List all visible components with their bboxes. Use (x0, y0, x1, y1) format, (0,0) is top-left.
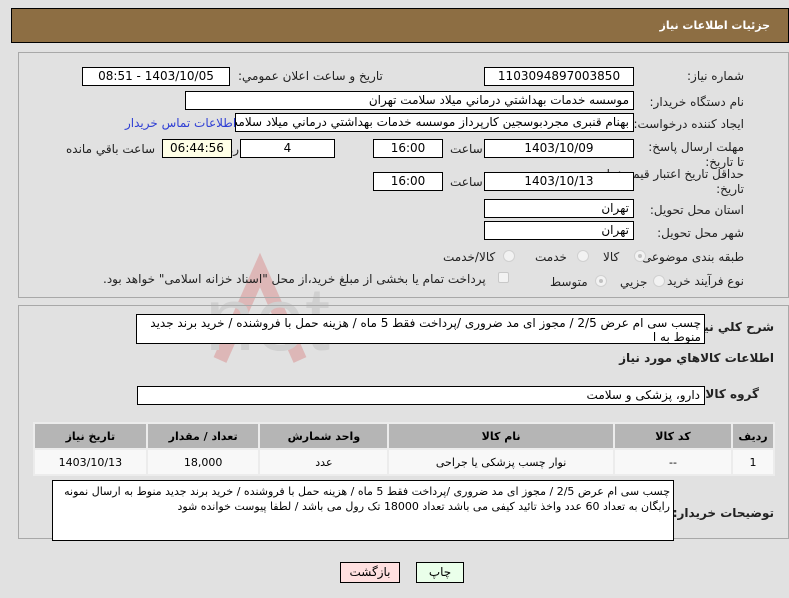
row-index: 1 (733, 450, 773, 474)
province-field: تهران (484, 199, 634, 218)
category-option-goods-service: کالا/خدمت (443, 250, 496, 264)
process-radio-minor[interactable] (653, 275, 665, 287)
description-textarea[interactable]: چسب سی ام عرض 2/5 / مجوز ای مد ضروری /پر… (136, 314, 705, 344)
buyer-notes-label: توضيحات خريدار: (672, 506, 774, 520)
process-radio-medium[interactable] (595, 275, 607, 287)
col-code: کد کالا (614, 424, 731, 448)
col-qty: تعداد / مقدار (147, 424, 259, 448)
treasury-checkbox[interactable] (498, 272, 509, 283)
page-header: جزئيات اطلاعات نياز (11, 8, 789, 43)
process-label: نوع فرآيند خريد : (659, 274, 744, 288)
page-title: جزئيات اطلاعات نياز (659, 19, 771, 32)
remaining-time-label: ساعت باقي مانده (66, 142, 156, 156)
category-label: طبقه بندی موضوعی: (637, 250, 744, 264)
row-code: -- (614, 450, 731, 474)
reply-time-field: 16:00 (373, 139, 443, 158)
reply-date-field: 1403/10/09 (484, 139, 634, 158)
process-option-medium: متوسط (550, 275, 588, 289)
goods-table: رديف کد کالا نام کالا واحد شمارش تعداد /… (33, 422, 775, 476)
goods-table-wrapper: رديف کد کالا نام کالا واحد شمارش تعداد /… (33, 422, 775, 476)
creator-field: بهنام قنبری مجردبوسجین کارپرداز موسسه خد… (235, 113, 634, 132)
category-radio-service[interactable] (577, 250, 589, 262)
reply-time-label: ساعت (450, 142, 483, 156)
city-field: تهران (484, 221, 634, 240)
city-label: شهر محل تحويل: (657, 226, 744, 240)
goods-table-header: رديف کد کالا نام کالا واحد شمارش تعداد /… (35, 424, 773, 448)
col-unit: واحد شمارش (260, 424, 388, 448)
days-remaining-field: 4 (240, 139, 335, 158)
need-number-field: 1103094897003850 (484, 67, 634, 86)
goods-group-field: دارو، پزشکی و سلامت (137, 386, 705, 405)
row-name: نوار چسب پزشکی یا جراحی (389, 450, 613, 474)
need-number-label: شماره نياز: (687, 69, 744, 83)
category-option-goods: کالا (603, 250, 620, 264)
treasury-note: پرداخت تمام يا بخشی از مبلغ خريد،از محل … (103, 272, 486, 286)
buyer-org-field: موسسه خدمات بهداشتي درماني ميلاد سلامت ت… (185, 91, 634, 110)
creator-label: ايجاد کننده درخواست: (633, 117, 744, 131)
buyer-org-label: نام دستگاه خريدار: (649, 95, 745, 109)
col-date: تاريخ نياز (35, 424, 146, 448)
category-radio-goods[interactable] (634, 250, 646, 262)
province-label: استان محل تحويل: (649, 203, 744, 217)
goods-section-title: اطلاعات کالاهاي مورد نياز (619, 351, 774, 365)
reply-deadline-label: مهلت ارسال پاسخ: تا تاريخ: (648, 140, 744, 169)
price-time-field: 16:00 (373, 172, 443, 191)
remaining-time-field: 06:44:56 (162, 139, 232, 158)
row-qty: 18,000 (147, 450, 259, 474)
price-date-field: 1403/10/13 (484, 172, 634, 191)
buyer-notes-textarea[interactable]: چسب سی ام عرض 2/5 / مجوز ای مد ضروری /پر… (52, 480, 674, 541)
row-unit: عدد (260, 450, 388, 474)
price-time-label: ساعت (450, 175, 483, 189)
announce-field: 1403/10/05 - 08:51 (82, 67, 230, 86)
announce-label: تاريخ و ساعت اعلان عمومي: (238, 69, 383, 83)
col-name: نام کالا (389, 424, 613, 448)
table-row: 1 -- نوار چسب پزشکی یا جراحی عدد 18,000 … (35, 450, 773, 474)
row-date: 1403/10/13 (35, 450, 146, 474)
buyer-contact-link[interactable]: اطلاعات تماس خريدار (125, 116, 236, 130)
category-option-service: خدمت (535, 250, 567, 264)
print-button[interactable]: چاپ (416, 562, 464, 583)
process-option-minor: جزيي (620, 275, 648, 289)
goods-group-label: گروه کالا: (700, 387, 759, 401)
back-button[interactable]: بازگشت (340, 562, 400, 583)
col-index: رديف (733, 424, 773, 448)
category-radio-goods-service[interactable] (503, 250, 515, 262)
